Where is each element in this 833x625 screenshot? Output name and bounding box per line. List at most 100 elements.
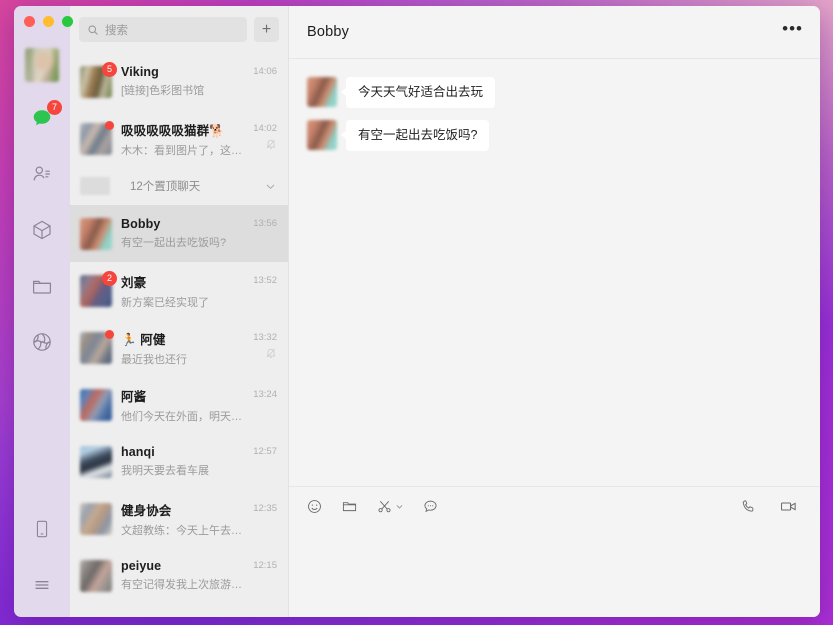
avatar: 2 (80, 270, 117, 307)
avatar (80, 559, 112, 592)
mute-bell-icon (266, 348, 276, 358)
chat-meta: 13:56 (253, 218, 277, 250)
video-camera-icon (781, 501, 796, 511)
chat-text: 🏃 阿健 最近我也还行 (121, 329, 244, 367)
pinned-thumbnail (80, 177, 110, 195)
chat-name: 阿酱 (121, 389, 147, 404)
avatar-image (80, 388, 112, 421)
unread-badge: 5 (102, 61, 117, 77)
chat-time: 12:15 (253, 559, 277, 571)
mute-bell-icon (266, 139, 276, 149)
chat-preview: 最近我也还行 (121, 353, 187, 366)
chat-text: Viking [链接]色彩图书馆 (121, 65, 244, 98)
avatar (80, 502, 112, 535)
composer-toolbar (289, 487, 820, 525)
message-input[interactable] (289, 525, 820, 617)
pinned-chats-row[interactable]: 12个置顶聊天 (70, 167, 288, 205)
chat-text: 吸吸吸吸吸猫群🐕 木木：看到图片了，这张图拍… (121, 120, 244, 158)
chat-name: hanqi (121, 445, 155, 459)
aperture-icon (33, 333, 51, 351)
nav-rail: 7 (14, 6, 73, 617)
composer (289, 486, 820, 617)
avatar-image (80, 217, 112, 250)
chat-list-item[interactable]: peiyue 有空记得发我上次旅游的照片 12:15 (70, 547, 288, 604)
chat-text: 阿酱他们今天在外面，明天我讲… (121, 386, 244, 424)
screenshot-button[interactable] (376, 498, 404, 515)
chat-list-item[interactable]: 阿酱他们今天在外面，明天我讲… 13:24 (70, 376, 288, 433)
chat-list-item[interactable]: 健身协会文超教练：今天上午去跑了步 12:35 (70, 490, 288, 547)
sidebar-item-files[interactable] (22, 266, 62, 306)
scissors-icon (378, 500, 391, 512)
emoji-button[interactable] (306, 498, 323, 515)
search-icon (88, 24, 98, 35)
chat-text: hanqi 我明天要去看车展 (121, 445, 244, 478)
chat-text: 健身协会文超教练：今天上午去跑了步 (121, 500, 244, 538)
chat-time: 14:02 (253, 122, 277, 134)
chat-time: 14:06 (253, 65, 277, 77)
chat-preview: 文超教练：今天上午去跑了步 (121, 524, 244, 537)
avatar (80, 120, 114, 155)
message-row: 今天天气好适合出去玩 (307, 77, 802, 108)
chat-list-scroller[interactable]: 5 Viking [链接]色彩图书馆 14:06 吸吸吸吸吸猫群🐕 木木：看到图片了，这张… (70, 53, 288, 617)
chat-time: 13:32 (253, 331, 277, 343)
speech-bubble-icon (424, 500, 437, 512)
sidebar-item-contacts[interactable] (22, 154, 62, 194)
chat-name: 吸吸吸吸吸猫群🐕 (121, 123, 225, 138)
sidebar-item-favorites[interactable] (22, 210, 62, 250)
chat-meta: 14:02 (253, 123, 277, 155)
hamburger-icon (35, 581, 49, 589)
chat-list-panel: 搜索 + 5 Viking [链接]色彩图书馆 14:06 吸吸吸吸吸猫群🐕 木木：看到图… (70, 6, 289, 617)
avatar-image (80, 445, 112, 478)
chat-list-item[interactable]: 5 Viking [链接]色彩图书馆 14:06 (70, 53, 288, 110)
chat-list-item[interactable]: 2 刘豪 新方案已经实现了 13:52 (70, 262, 288, 319)
voice-call-button[interactable] (740, 497, 757, 516)
pinned-chats-label: 12个置顶聊天 (130, 181, 201, 193)
avatar (80, 217, 112, 250)
minimize-button[interactable] (43, 16, 54, 27)
conversation-header: Bobby ••• (289, 6, 820, 59)
search-row: 搜索 + (70, 6, 288, 53)
sidebar-item-chats[interactable]: 7 (22, 98, 62, 138)
zoom-button[interactable] (62, 16, 73, 27)
chat-preview: 他们今天在外面，明天我讲… (121, 410, 244, 423)
chat-text: peiyue 有空记得发我上次旅游的照片 (121, 559, 244, 592)
phone-sync-button[interactable] (22, 509, 62, 549)
smiley-icon (308, 499, 321, 513)
conversation-panel: Bobby ••• 今天天气好适合出去玩 有空一起出去吃饭吗? (289, 6, 820, 617)
folder-icon (342, 501, 357, 511)
chat-list-item[interactable]: 🏃 阿健 最近我也还行 13:32 (70, 319, 288, 376)
chat-preview: 我明天要去看车展 (121, 465, 209, 477)
avatar-image (80, 559, 112, 592)
unread-dot (105, 120, 114, 130)
chevron-down-icon (266, 184, 275, 189)
message-row: 有空一起出去吃饭吗? (307, 120, 802, 151)
video-call-button[interactable] (779, 497, 798, 516)
message-avatar (307, 77, 337, 107)
chat-meta: 12:35 (253, 503, 277, 535)
app-window: 7 搜索 + 5 Viking [链接]色彩图书馆 14:06 吸吸吸吸吸猫群🐕… (14, 6, 820, 617)
chat-name: 健身协会 (121, 503, 172, 518)
message-avatar (307, 120, 337, 150)
file-button[interactable] (341, 498, 358, 515)
chat-text: Bobby 有空一起出去吃饭吗? (121, 217, 244, 250)
sidebar-item-moments[interactable] (22, 322, 62, 362)
new-chat-button[interactable]: + (254, 17, 279, 42)
phone-icon (36, 520, 48, 538)
conversation-more-button[interactable]: ••• (782, 20, 803, 39)
chat-history-button[interactable] (422, 498, 439, 515)
mute-indicator (265, 137, 277, 155)
chat-list-item[interactable]: Bobby 有空一起出去吃饭吗? 13:56 (70, 205, 288, 262)
profile-avatar[interactable] (25, 48, 59, 82)
chat-list-item[interactable]: 吸吸吸吸吸猫群🐕 木木：看到图片了，这张图拍… 14:02 (70, 110, 288, 167)
chat-preview: [链接]色彩图书馆 (121, 85, 205, 97)
avatar (80, 329, 114, 364)
search-input[interactable]: 搜索 (79, 17, 247, 42)
chat-time: 13:24 (253, 388, 277, 400)
chat-preview: 有空一起出去吃饭吗? (121, 237, 227, 249)
message-bubble[interactable]: 有空一起出去吃饭吗? (340, 120, 490, 151)
chat-list-item[interactable]: hanqi 我明天要去看车展 12:57 (70, 433, 288, 490)
close-button[interactable] (24, 16, 35, 27)
chat-meta: 12:57 (253, 446, 277, 478)
menu-button[interactable] (22, 565, 62, 605)
message-bubble[interactable]: 今天天气好适合出去玩 (340, 77, 496, 108)
